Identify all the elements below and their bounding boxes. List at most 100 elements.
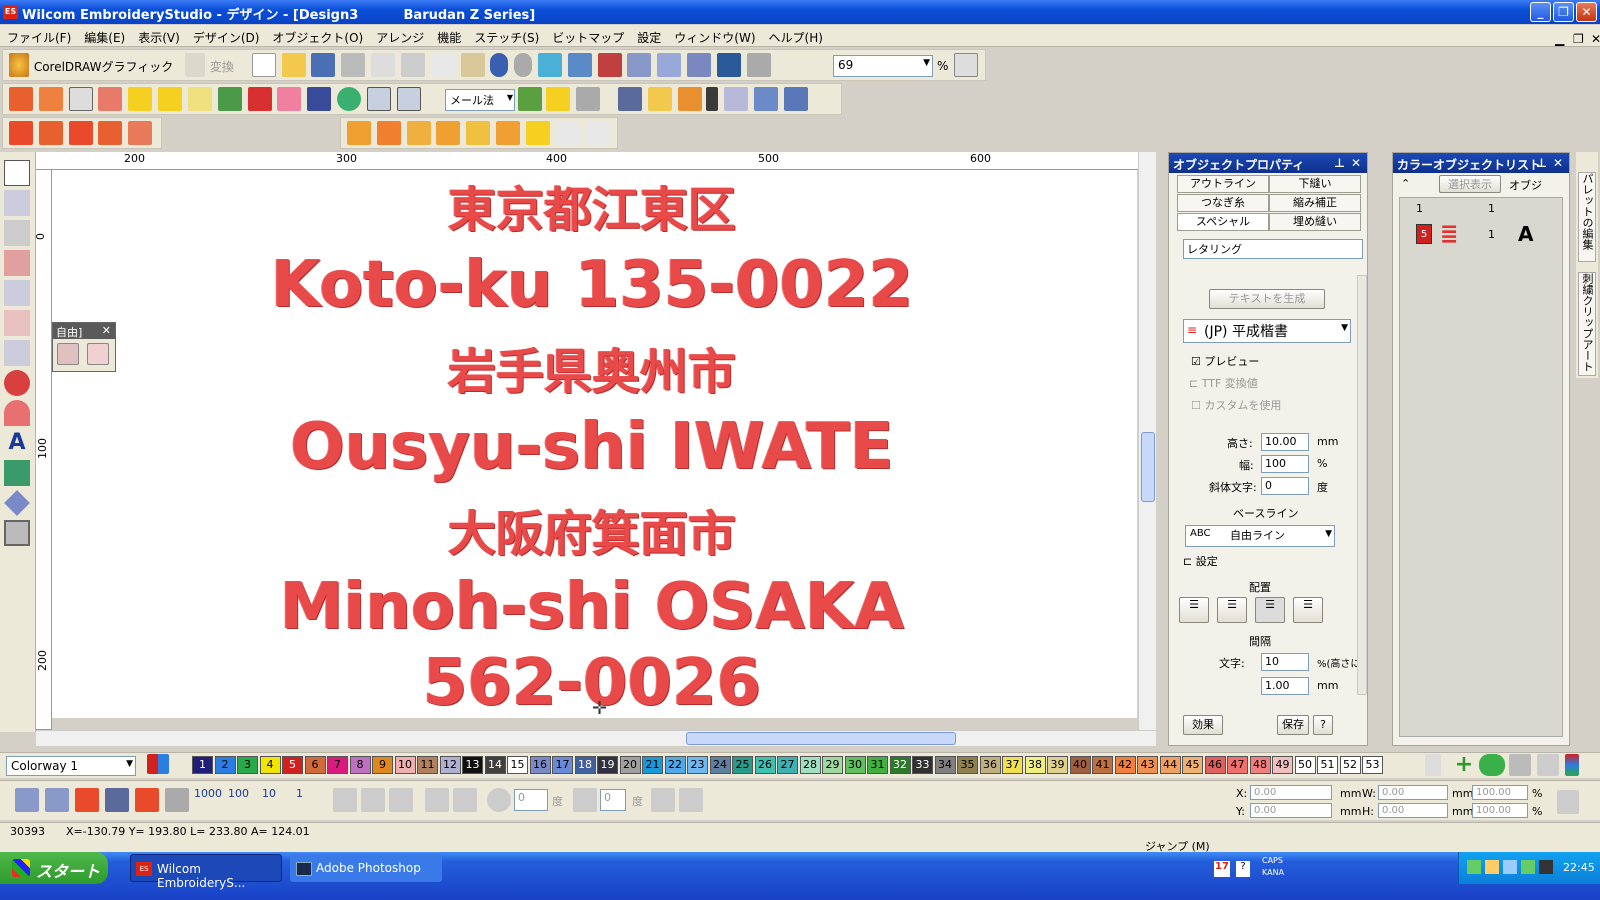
color-swatch-39[interactable]: 39 bbox=[1047, 756, 1068, 774]
color-swatch-37[interactable]: 37 bbox=[1002, 756, 1023, 774]
slash-icon[interactable] bbox=[1537, 754, 1559, 776]
lettering-tool-icon[interactable]: A bbox=[4, 430, 30, 456]
diamond-tool-icon[interactable] bbox=[4, 490, 30, 516]
color-swatch-35[interactable]: 35 bbox=[957, 756, 978, 774]
frame-tool-icon[interactable] bbox=[4, 520, 30, 546]
applique-icon[interactable] bbox=[277, 87, 302, 111]
h-percent-input[interactable]: 100.00 bbox=[1472, 803, 1528, 818]
grid-snap-icon[interactable] bbox=[396, 87, 421, 111]
colorway-icon[interactable] bbox=[147, 754, 169, 774]
taskbar-item-wilcom[interactable]: Wilcom EmbroideryS... bbox=[130, 854, 282, 890]
color-swatch-45[interactable]: 45 bbox=[1182, 756, 1203, 774]
stitch-edit-icon[interactable] bbox=[4, 220, 30, 246]
mirror-icon[interactable] bbox=[389, 788, 413, 812]
effect-3-icon[interactable] bbox=[406, 121, 431, 145]
color-swatch-2[interactable]: 2 bbox=[214, 756, 236, 774]
save-icon[interactable] bbox=[311, 53, 336, 77]
fill-tool-icon[interactable] bbox=[38, 87, 63, 111]
skew-icon[interactable] bbox=[573, 788, 597, 812]
color-swatch-53[interactable]: 53 bbox=[1362, 756, 1383, 774]
color-swatch-19[interactable]: 19 bbox=[597, 756, 618, 774]
tab-special[interactable]: スペシャル bbox=[1177, 213, 1269, 231]
method-combo[interactable]: メール法 ▼ bbox=[445, 89, 515, 111]
effect-2-icon[interactable] bbox=[376, 121, 401, 145]
menu-view[interactable]: 表示(V) bbox=[131, 25, 186, 46]
menu-edit[interactable]: 編集(E) bbox=[77, 25, 131, 46]
rotate-icon[interactable] bbox=[487, 788, 511, 812]
picture-icon[interactable] bbox=[217, 87, 242, 111]
char-spacing-mm-input[interactable]: 1.00 bbox=[1261, 677, 1309, 695]
close-icon[interactable]: ✕ bbox=[102, 324, 111, 337]
travel-color-icon[interactable] bbox=[45, 788, 69, 812]
outline-tool-icon[interactable] bbox=[68, 87, 93, 111]
travel-1-button[interactable]: 1 bbox=[296, 787, 303, 800]
stitch-angle-icon[interactable] bbox=[518, 87, 542, 111]
restore-button[interactable]: ❐ bbox=[1553, 2, 1574, 22]
tray-icon-5[interactable] bbox=[1539, 860, 1553, 874]
effect-4-icon[interactable] bbox=[436, 121, 461, 145]
w-input[interactable]: 0.00 bbox=[1378, 785, 1448, 800]
collapse-icon[interactable]: ⌃ bbox=[1401, 177, 1410, 190]
color-swatch-5[interactable]: 5 bbox=[282, 756, 303, 774]
color-swatch-10[interactable]: 10 bbox=[394, 756, 416, 774]
color-swatch-49[interactable]: 49 bbox=[1272, 756, 1293, 774]
cut-icon[interactable] bbox=[400, 53, 425, 77]
free-line-icon[interactable] bbox=[57, 343, 79, 365]
color-swatch-31[interactable]: 31 bbox=[867, 756, 888, 774]
coreldraw-graphics-button[interactable]: CorelDRAWグラフィック bbox=[34, 58, 173, 75]
color-swatch-17[interactable]: 17 bbox=[552, 756, 573, 774]
color-swatch-12[interactable]: 12 bbox=[439, 756, 461, 774]
reshape-icon[interactable] bbox=[546, 87, 570, 111]
color-swatch-20[interactable]: 20 bbox=[619, 756, 641, 774]
travel-1000-button[interactable]: 1000 bbox=[194, 787, 222, 800]
machine-icon[interactable] bbox=[627, 53, 652, 77]
tab-connector[interactable]: つなぎ糸 bbox=[1177, 194, 1269, 212]
color-swatch-43[interactable]: 43 bbox=[1137, 756, 1158, 774]
wave-icon[interactable] bbox=[68, 121, 93, 145]
color-swatch[interactable]: 5 bbox=[1416, 224, 1432, 244]
color-swatch-8[interactable]: 8 bbox=[349, 756, 371, 774]
color-swatch-32[interactable]: 32 bbox=[889, 756, 911, 774]
satin-tool-icon[interactable] bbox=[9, 87, 33, 111]
undo-icon[interactable] bbox=[490, 53, 509, 77]
ime-help-icon[interactable]: ? bbox=[1236, 861, 1250, 877]
hoop-icon[interactable] bbox=[716, 53, 741, 77]
knife-icon[interactable] bbox=[4, 250, 30, 276]
color-swatch-11[interactable]: 11 bbox=[417, 756, 438, 774]
minimize-button[interactable]: _ bbox=[1530, 2, 1551, 22]
travel-segment-icon[interactable] bbox=[75, 788, 99, 812]
color-object-list[interactable]: 1 1 5 ≣ 1 A bbox=[1399, 197, 1563, 737]
tab-clipart[interactable]: 刺繍クリップアート bbox=[1578, 272, 1596, 376]
menu-stitch[interactable]: ステッチ(S) bbox=[467, 25, 545, 46]
fish-icon[interactable] bbox=[187, 87, 212, 111]
color-swatch-4[interactable]: 4 bbox=[259, 756, 281, 774]
filter-selected-button[interactable]: 選択表示 bbox=[1439, 175, 1501, 193]
color-swatch-7[interactable]: 7 bbox=[327, 756, 348, 774]
h-input[interactable]: 0.00 bbox=[1378, 803, 1448, 818]
complex-fill-icon[interactable] bbox=[98, 87, 123, 111]
skew-angle-input[interactable]: 0 bbox=[600, 789, 626, 811]
close-icon[interactable]: ✕ bbox=[1351, 156, 1361, 170]
color-swatch-9[interactable]: 9 bbox=[372, 756, 393, 774]
horizontal-scrollbar[interactable] bbox=[36, 730, 1156, 746]
design-text-line[interactable]: Minoh-shi OSAKA bbox=[52, 570, 1132, 644]
taskbar-item-photoshop[interactable]: Adobe Photoshop bbox=[290, 854, 442, 882]
wizard-icon[interactable] bbox=[597, 53, 622, 77]
effect-8-icon[interactable] bbox=[555, 121, 580, 145]
report-icon[interactable] bbox=[784, 87, 808, 111]
settings-gear-icon[interactable] bbox=[618, 87, 642, 111]
color-swatch-3[interactable]: 3 bbox=[237, 756, 258, 774]
arc-tool-icon[interactable] bbox=[4, 400, 30, 426]
color-swatch-52[interactable]: 52 bbox=[1339, 756, 1361, 774]
menu-function[interactable]: 機能 bbox=[430, 25, 467, 46]
color-swatch-40[interactable]: 40 bbox=[1069, 756, 1091, 774]
align-center-icon[interactable]: ☰ bbox=[1255, 597, 1285, 623]
colorway-select[interactable]: Colorway 1 ▼ bbox=[6, 756, 136, 776]
design-text-line[interactable]: 岩手県奥州市 bbox=[52, 332, 1132, 402]
tab-pull-compensation[interactable]: 縮み補正 bbox=[1269, 194, 1361, 212]
export-icon[interactable] bbox=[567, 53, 592, 77]
color-swatch-15[interactable]: 15 bbox=[507, 756, 528, 774]
node-icon[interactable] bbox=[4, 280, 30, 306]
palette-scroll-icon[interactable] bbox=[1425, 754, 1441, 776]
add-color-icon[interactable]: + bbox=[1453, 754, 1475, 776]
